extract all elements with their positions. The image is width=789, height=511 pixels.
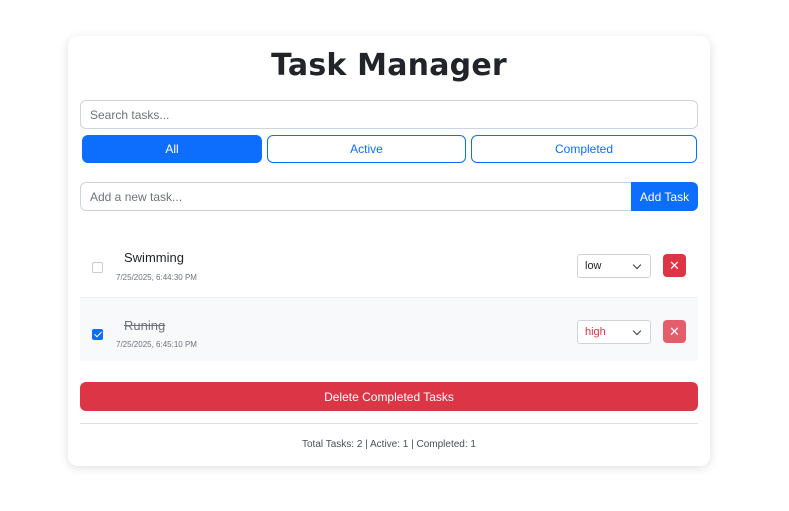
delete-completed-button[interactable]: Delete Completed Tasks [80, 382, 698, 411]
task-text: Swimming [124, 250, 184, 265]
close-icon: ✕ [669, 258, 680, 273]
task-stats: Total Tasks: 2 | Active: 1 | Completed: … [302, 439, 476, 450]
chevron-down-icon [632, 326, 642, 336]
task-text: Runing [124, 318, 166, 333]
filter-all-button[interactable]: All [82, 135, 262, 163]
priority-value: low [585, 260, 602, 272]
close-icon: ✕ [669, 324, 680, 339]
priority-select[interactable]: high [577, 320, 651, 344]
filter-active-button[interactable]: Active [267, 135, 466, 163]
new-task-input[interactable] [80, 182, 632, 211]
task-item: Runing 7/25/2025, 6:45:10 PM high ✕ [80, 298, 698, 361]
task-checkbox[interactable] [92, 262, 103, 273]
task-manager-card: Task Manager All Active Completed Add Ta… [68, 36, 710, 466]
delete-task-button[interactable]: ✕ [663, 320, 686, 343]
task-timestamp: 7/25/2025, 6:45:10 PM [116, 340, 197, 349]
add-task-button[interactable]: Add Task [631, 182, 698, 211]
page-title: Task Manager [271, 48, 507, 83]
filter-completed-button[interactable]: Completed [471, 135, 697, 163]
priority-select[interactable]: low [577, 254, 651, 278]
task-checkbox[interactable] [92, 329, 103, 340]
search-input[interactable] [80, 100, 698, 129]
priority-value: high [585, 326, 606, 338]
task-item: Swimming 7/25/2025, 6:44:30 PM low ✕ [80, 234, 698, 297]
divider [80, 423, 698, 424]
task-timestamp: 7/25/2025, 6:44:30 PM [116, 273, 197, 282]
delete-task-button[interactable]: ✕ [663, 254, 686, 277]
chevron-down-icon [632, 260, 642, 270]
